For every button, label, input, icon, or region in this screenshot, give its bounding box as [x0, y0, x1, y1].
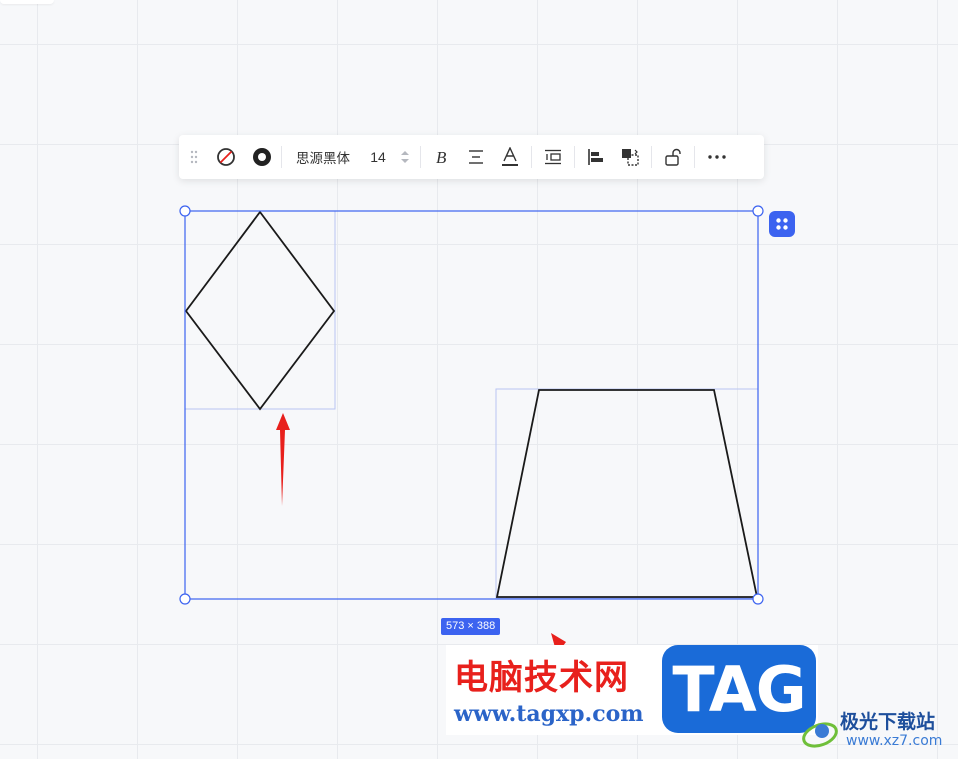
- group-selection-box: [184, 210, 759, 600]
- size-indicator-badge: 573 × 388: [441, 618, 501, 635]
- watermark: 电脑技术网 www.tagxp.com TAG: [446, 645, 818, 735]
- resize-handle-top-left[interactable]: [179, 205, 191, 217]
- annotation-arrow-up: [276, 413, 290, 506]
- grid-dots-icon: [776, 218, 788, 230]
- group-menu-button[interactable]: [769, 211, 795, 237]
- xz-logo-icon: [802, 722, 838, 748]
- diamond-bounding-box: [184, 210, 336, 410]
- watermark-site-url: www.tagxp.com: [454, 701, 644, 727]
- resize-handle-top-right[interactable]: [752, 205, 764, 217]
- resize-handle-bottom-right[interactable]: [752, 593, 764, 605]
- diamond-shape[interactable]: [184, 210, 336, 411]
- xz-watermark: 极光下载站 www.xz7.com: [800, 705, 956, 757]
- xz-site-url: www.xz7.com: [846, 733, 943, 749]
- trapezoid-shape[interactable]: [495, 389, 759, 598]
- watermark-tag-logo: TAG: [662, 645, 816, 733]
- watermark-site-name: 电脑技术网: [454, 658, 629, 698]
- xz-site-name: 极光下载站: [840, 711, 936, 733]
- resize-handle-bottom-left[interactable]: [179, 593, 191, 605]
- trapezoid-bounding-box: [495, 388, 759, 599]
